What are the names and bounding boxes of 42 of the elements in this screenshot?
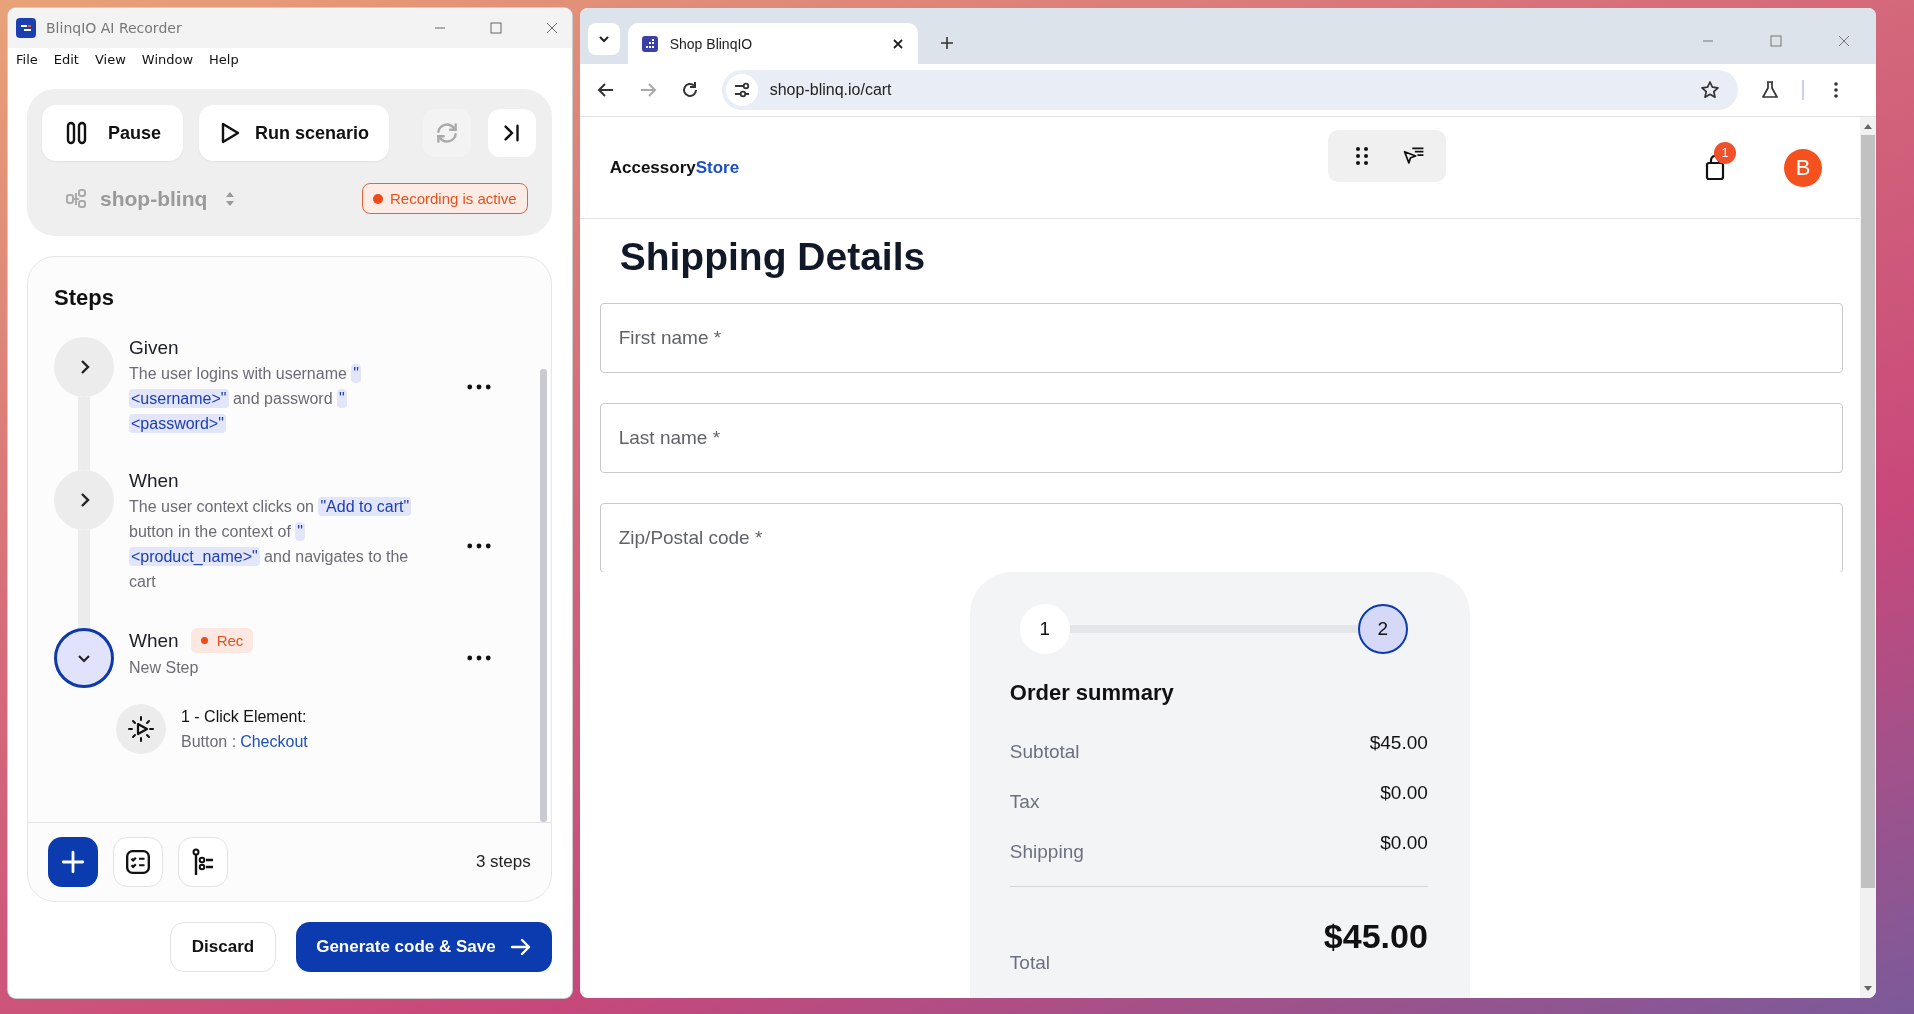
- menu-item[interactable]: Help: [209, 52, 239, 67]
- menu-item[interactable]: Edit: [53, 52, 79, 67]
- step-count: 3 steps: [475, 852, 531, 872]
- page-heading: Shipping Details: [619, 235, 926, 279]
- summary-title: Order summary: [1009, 680, 1175, 706]
- window-title: BlinqIO AI Recorder: [46, 20, 182, 36]
- address-bar[interactable]: shop-blinq.io/cart: [721, 70, 1738, 110]
- step-keyword: When: [129, 629, 179, 652]
- text-field[interactable]: First name *: [599, 303, 1843, 373]
- menu-item[interactable]: Window: [141, 52, 194, 67]
- store-logo[interactable]: AccessoryStore: [609, 157, 1070, 178]
- summary-value: $0.00: [1380, 831, 1428, 854]
- step-description: New Step: [129, 658, 200, 678]
- action-title: 1 - Click Element:: [181, 707, 307, 727]
- step-keyword: Given: [129, 337, 179, 359]
- summary-label: Shipping: [1009, 841, 1084, 864]
- text-field[interactable]: Last name *: [599, 403, 1843, 473]
- step-description: The user logins with username "<username>" and password "<password>": [129, 361, 419, 436]
- pause-button[interactable]: Pause: [42, 105, 184, 161]
- discard-button[interactable]: Discard: [169, 922, 277, 972]
- panel-title: Steps: [53, 284, 115, 311]
- progress-step: 1: [1019, 604, 1070, 654]
- cart-count-badge: 1: [1714, 141, 1736, 164]
- summary-label: Subtotal: [1009, 741, 1080, 764]
- summary-value: $45.00: [1369, 731, 1428, 754]
- step-description: The user context clicks on "Add to cart" button in the context of "<product_name>" and navigates to the cart: [129, 496, 413, 592]
- progress-step: 2: [1357, 604, 1408, 654]
- summary-label: Tax: [1009, 791, 1040, 814]
- summary-value: $0.00: [1380, 781, 1428, 804]
- step-keyword: When: [129, 470, 179, 492]
- action-target-link[interactable]: Checkout: [240, 729, 308, 754]
- browser-tab[interactable]: Shop BlinqIO: [627, 23, 918, 64]
- total-value: $45.00: [1323, 917, 1428, 957]
- generate-save-button[interactable]: Generate code & Save: [296, 922, 552, 972]
- rec-badge: Rec: [190, 628, 254, 653]
- run-scenario-button[interactable]: Run scenario: [199, 105, 390, 161]
- total-label: Total: [1009, 952, 1050, 975]
- menu-item[interactable]: File: [16, 52, 38, 67]
- menu-item[interactable]: View: [94, 52, 126, 67]
- recording-status-badge: Recording is active: [361, 183, 528, 214]
- action-label: Button :: [181, 732, 237, 752]
- text-field[interactable]: Zip/Postal code *: [599, 503, 1843, 572]
